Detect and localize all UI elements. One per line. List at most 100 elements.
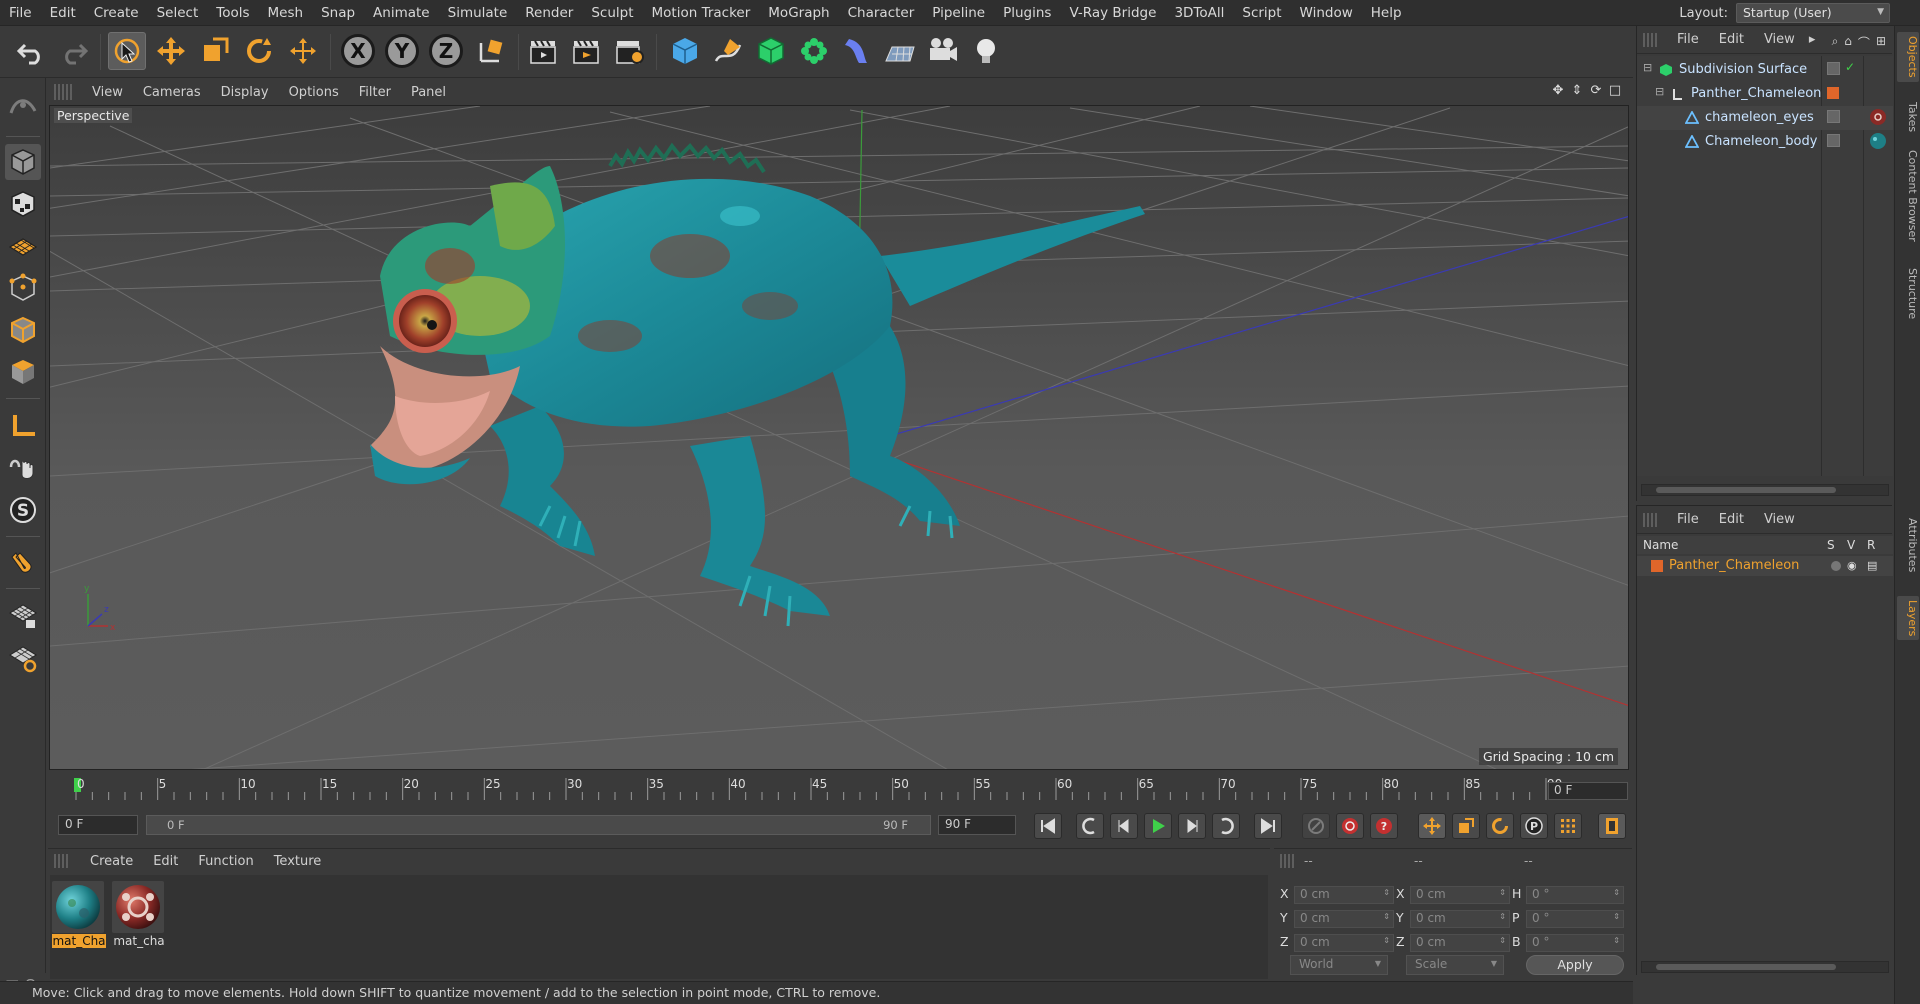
coordinate-mode-select[interactable]: World ▼ (1290, 955, 1388, 975)
spinner-arrows-icon[interactable]: ⇕ (1499, 888, 1506, 897)
tab-content-browser[interactable]: Content Browser (1897, 146, 1919, 246)
tab-objects[interactable]: Objects (1897, 32, 1919, 82)
material-menu-texture[interactable]: Texture (264, 854, 332, 869)
live-selection-button[interactable] (108, 32, 146, 70)
key-scale-button[interactable] (1452, 813, 1480, 839)
layer-row[interactable]: Panther_Chameleon ◉ ▤ (1637, 556, 1893, 576)
z-axis-lock-button[interactable]: Z (429, 34, 463, 68)
object-menu-view[interactable]: View (1754, 32, 1805, 47)
make-editable-button[interactable] (5, 88, 41, 124)
viewport-menu-panel[interactable]: Panel (401, 85, 456, 100)
menu-animate[interactable]: Animate (364, 5, 439, 21)
object-menu-file[interactable]: File (1667, 32, 1709, 47)
light-button[interactable] (967, 32, 1005, 70)
position-field[interactable]: 0 cm ⇕ (1294, 886, 1394, 904)
object-row-chameleon-body[interactable]: Chameleon_body (1637, 130, 1893, 154)
menu-snap[interactable]: Snap (312, 5, 364, 21)
menu-file[interactable]: File (0, 5, 41, 21)
eye-icon[interactable]: ◉ (1847, 559, 1857, 572)
size-field[interactable]: 0 cm ⇕ (1410, 886, 1510, 904)
preview-range-slider[interactable]: 0 F 90 F (146, 815, 931, 835)
material-menu-create[interactable]: Create (80, 854, 143, 869)
layer-color-swatch[interactable] (1827, 87, 1839, 99)
spinner-arrows-icon[interactable]: ⇕ (1383, 888, 1390, 897)
drag-grip-icon[interactable] (1643, 512, 1657, 527)
texture-mode-button[interactable] (5, 186, 41, 222)
pan-view-icon[interactable]: ✥ (1551, 84, 1565, 98)
render-settings-button[interactable] (610, 32, 648, 70)
cube-primitive-button[interactable] (666, 32, 704, 70)
size-field[interactable]: 0 cm ⇕ (1410, 934, 1510, 952)
spinner-arrows-icon[interactable]: ⇕ (1383, 936, 1390, 945)
material-menu-function[interactable]: Function (188, 854, 263, 869)
menu-pipeline[interactable]: Pipeline (923, 5, 994, 21)
x-axis-lock-button[interactable]: X (341, 34, 375, 68)
y-axis-lock-button[interactable]: Y (385, 34, 419, 68)
timeline-scheme-button[interactable] (1598, 813, 1626, 839)
menu-plugins[interactable]: Plugins (994, 5, 1060, 21)
drag-grip-icon[interactable] (1280, 854, 1296, 868)
object-row-subdivision-surface[interactable]: ⊟ Subdivision Surface ✓ (1637, 58, 1893, 82)
editor-visibility-toggle[interactable] (1827, 134, 1840, 147)
drag-grip-icon[interactable] (54, 854, 70, 868)
collapse-toggle-icon[interactable]: ⊟ (1655, 85, 1664, 98)
snapping-button[interactable] (5, 544, 41, 580)
editor-visibility-toggle[interactable] (1827, 62, 1840, 75)
camera-button[interactable] (924, 32, 962, 70)
go-to-start-button[interactable] (1034, 813, 1062, 839)
position-field[interactable]: 0 cm ⇕ (1294, 934, 1394, 952)
redo-button[interactable] (55, 32, 93, 70)
spinner-arrows-icon[interactable]: ⇕ (1383, 912, 1390, 921)
transform-tool-button[interactable] (284, 32, 322, 70)
maximize-view-icon[interactable]: □ (1608, 84, 1622, 98)
layer-color-swatch[interactable] (1651, 560, 1663, 572)
tab-layers[interactable]: Layers (1897, 596, 1919, 641)
size-mode-select[interactable]: Scale ▼ (1406, 955, 1504, 975)
menu-render[interactable]: Render (516, 5, 582, 21)
editor-visibility-toggle[interactable] (1827, 110, 1840, 123)
rotate-tool-button[interactable] (240, 32, 278, 70)
object-row-panther-chameleon[interactable]: ⊟ Panther_Chameleon (1637, 82, 1893, 106)
link-icon[interactable]: ⌒ (1858, 34, 1870, 51)
rotation-field[interactable]: 0 ° ⇕ (1526, 934, 1624, 952)
start-frame-field[interactable]: 0 F (58, 815, 138, 835)
planar-workplane-button[interactable] (5, 640, 41, 676)
coordinate-system-button[interactable] (472, 32, 510, 70)
next-frame-button[interactable] (1178, 813, 1206, 839)
viewport-menu-display[interactable]: Display (211, 85, 279, 100)
render-clapboard-icon[interactable]: ▤ (1867, 559, 1877, 572)
floor-environment-button[interactable] (881, 32, 919, 70)
polygons-mode-button[interactable] (5, 354, 41, 390)
home-icon[interactable]: ⌂ (1844, 34, 1852, 51)
position-field[interactable]: 0 cm ⇕ (1294, 910, 1394, 928)
layout-dropdown[interactable]: Startup (User) ▼ (1736, 3, 1890, 23)
object-row-chameleon-eyes[interactable]: chameleon_eyes (1637, 106, 1893, 130)
drag-grip-icon[interactable] (1643, 32, 1657, 47)
render-to-picture-viewer-button[interactable] (567, 32, 605, 70)
solo-mode-button[interactable]: S (5, 492, 41, 528)
menu-3dtoall[interactable]: 3DToAll (1165, 5, 1233, 21)
material-tag-icon[interactable] (1869, 108, 1887, 126)
menu-script[interactable]: Script (1233, 5, 1290, 21)
viewport-menu-cameras[interactable]: Cameras (133, 85, 211, 100)
dolly-view-icon[interactable]: ⇕ (1570, 84, 1584, 98)
key-pla-button[interactable] (1554, 813, 1582, 839)
layer-horizontal-scrollbar[interactable] (1641, 961, 1889, 973)
viewport-menu-options[interactable]: Options (279, 85, 349, 100)
search-icon[interactable]: ⌕ (1832, 34, 1839, 51)
drag-grip-icon[interactable] (54, 84, 72, 100)
layer-menu-file[interactable]: File (1667, 512, 1709, 527)
undo-button[interactable] (12, 32, 50, 70)
menu-character[interactable]: Character (839, 5, 924, 21)
play-forward-button[interactable] (1144, 813, 1172, 839)
menu-vray-bridge[interactable]: V-Ray Bridge (1060, 5, 1165, 21)
solo-dot-icon[interactable] (1831, 561, 1841, 571)
menu-sculpt[interactable]: Sculpt (582, 5, 642, 21)
menu-help[interactable]: Help (1362, 5, 1411, 21)
current-frame-field[interactable]: 0 F (1548, 782, 1628, 800)
timeline-ruler[interactable]: 051015202530354045505560657075808590 0 F (48, 774, 1632, 804)
menu-mograph[interactable]: MoGraph (759, 5, 838, 21)
motion-record-button[interactable] (1302, 813, 1330, 839)
menu-tools[interactable]: Tools (207, 5, 258, 21)
new-panel-icon[interactable]: ⊞ (1876, 34, 1886, 51)
